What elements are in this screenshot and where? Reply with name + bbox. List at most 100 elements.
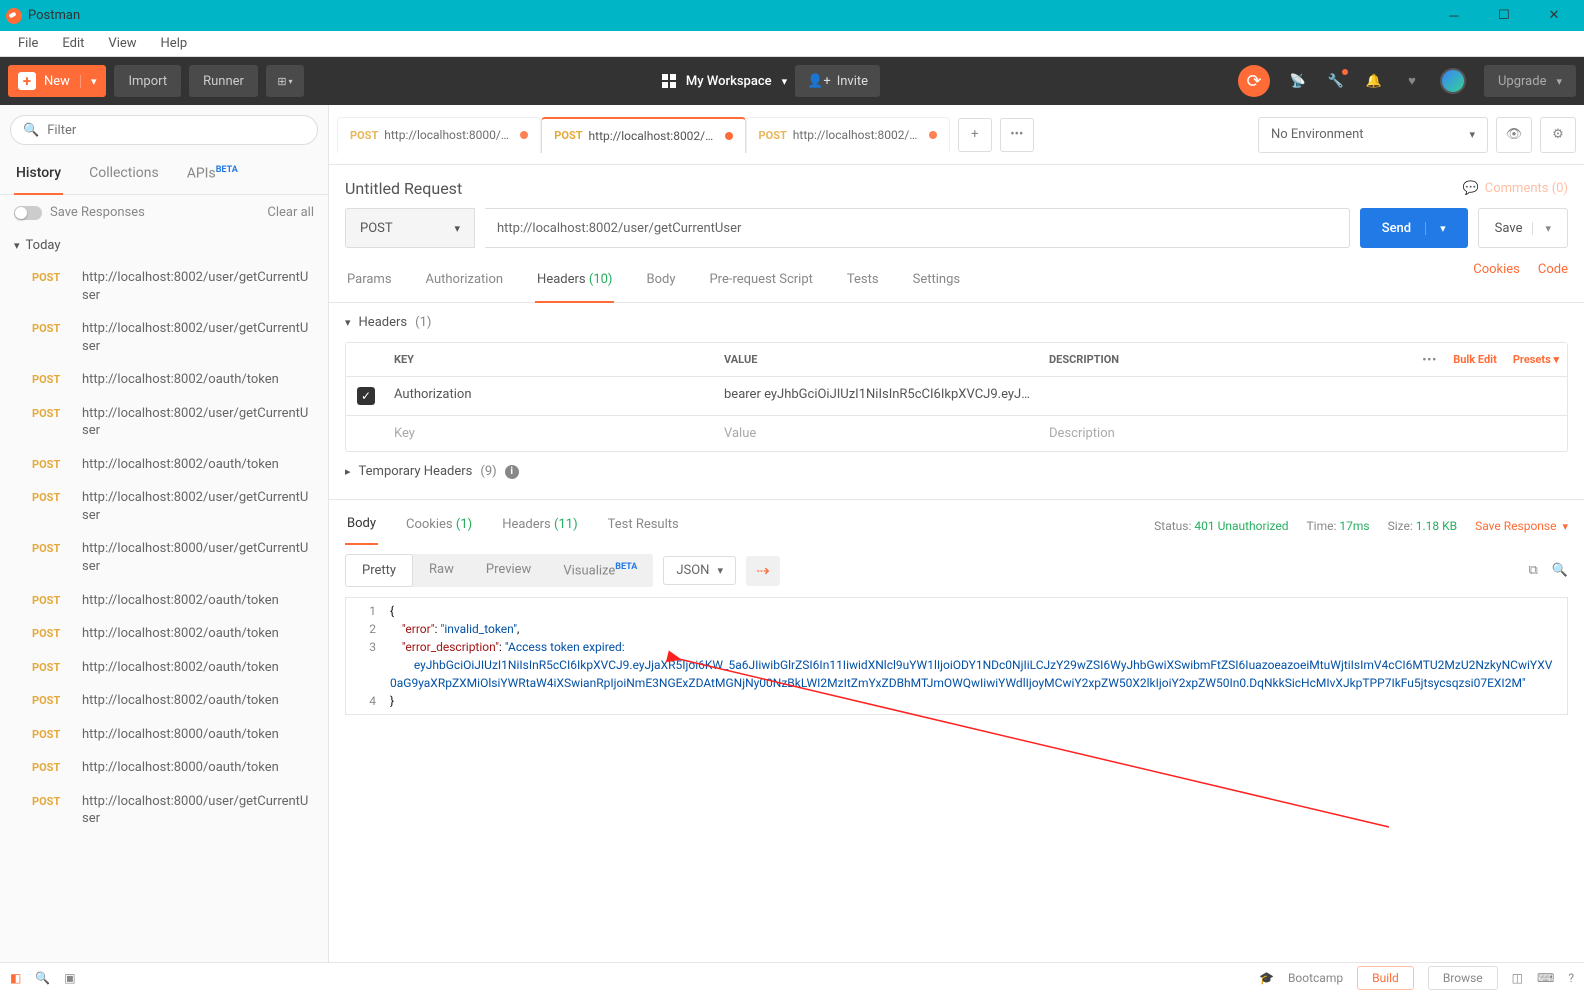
- presets-link[interactable]: Presets: [1513, 353, 1559, 366]
- upgrade-button[interactable]: Upgrade: [1484, 65, 1576, 97]
- header-row[interactable]: ✓ Authorization bearer eyJhbGciOiJIUzI1N…: [346, 377, 1567, 416]
- new-window-button[interactable]: ⊞▾: [266, 65, 304, 97]
- workspace-selector[interactable]: My Workspace: [662, 74, 787, 89]
- comments-button[interactable]: 💬 Comments (0): [1463, 181, 1568, 196]
- format-selector[interactable]: JSON: [663, 556, 736, 585]
- subtab-tests[interactable]: Tests: [845, 262, 881, 302]
- method-selector[interactable]: POST: [345, 208, 475, 248]
- console-icon[interactable]: ▣: [64, 971, 75, 985]
- save-dropdown-icon[interactable]: [1532, 222, 1551, 235]
- menu-file[interactable]: File: [8, 32, 48, 55]
- info-icon[interactable]: i: [505, 465, 519, 479]
- avatar[interactable]: [1440, 68, 1466, 94]
- history-item[interactable]: POSThttp://localhost:8002/oauth/token: [0, 651, 328, 685]
- history-item[interactable]: POSThttp://localhost:8000/user/getCurren…: [0, 785, 328, 836]
- history-item[interactable]: POSThttp://localhost:8000/user/getCurren…: [0, 532, 328, 583]
- request-tab[interactable]: POSThttp://localhost:8000/oa...: [337, 117, 541, 153]
- request-tab[interactable]: POSThttp://localhost:8002/us...: [541, 117, 745, 153]
- send-button[interactable]: Send: [1360, 208, 1468, 248]
- toggle-icon[interactable]: [14, 206, 42, 220]
- save-button[interactable]: Save: [1478, 208, 1568, 248]
- history-item[interactable]: POSThttp://localhost:8000/oauth/token: [0, 751, 328, 785]
- two-pane-icon[interactable]: ◫: [1512, 971, 1523, 985]
- search-response-icon[interactable]: 🔍: [1552, 563, 1568, 578]
- sidebar-toggle-icon[interactable]: ◧: [10, 971, 21, 985]
- sync-icon[interactable]: ⟳: [1238, 65, 1270, 97]
- minimize-button[interactable]: ─: [1446, 8, 1462, 24]
- find-icon[interactable]: 🔍: [35, 971, 50, 985]
- subtab-body[interactable]: Body: [644, 262, 677, 302]
- temp-headers-toggle[interactable]: Temporary Headers (9) i: [345, 452, 1568, 491]
- history-item[interactable]: POSThttp://localhost:8000/oauth/token: [0, 718, 328, 752]
- capture-icon[interactable]: 📡: [1288, 71, 1308, 91]
- invite-button[interactable]: 👤+ Invite: [795, 65, 880, 97]
- clear-all-link[interactable]: Clear all: [267, 205, 314, 220]
- subtab-authorization[interactable]: Authorization: [424, 262, 506, 302]
- new-button[interactable]: + New: [8, 65, 106, 97]
- resp-tab-body[interactable]: Body: [345, 508, 378, 545]
- send-dropdown-icon[interactable]: [1425, 222, 1446, 235]
- subtab-settings[interactable]: Settings: [911, 262, 962, 302]
- build-button[interactable]: Build: [1357, 966, 1414, 990]
- bulk-edit-link[interactable]: Bulk Edit: [1453, 353, 1497, 366]
- view-visualize[interactable]: VisualizeBETA: [547, 554, 653, 587]
- bootcamp-label[interactable]: Bootcamp: [1288, 971, 1343, 985]
- tab-apis[interactable]: APIsBETA: [185, 155, 240, 194]
- subtab-headers[interactable]: Headers (10): [535, 262, 614, 303]
- history-group[interactable]: Today: [0, 230, 328, 261]
- wrench-icon[interactable]: 🔧: [1326, 71, 1346, 91]
- history-item[interactable]: POSThttp://localhost:8002/user/getCurren…: [0, 312, 328, 363]
- resp-tab-tests[interactable]: Test Results: [606, 509, 681, 544]
- settings-button[interactable]: ⚙: [1540, 117, 1576, 153]
- bootcamp-icon[interactable]: 🎓: [1259, 971, 1274, 985]
- view-raw[interactable]: Raw: [413, 554, 470, 587]
- subtab-params[interactable]: Params: [345, 262, 394, 302]
- browse-button[interactable]: Browse: [1428, 966, 1498, 990]
- url-input[interactable]: http://localhost:8002/user/getCurrentUse…: [485, 208, 1350, 248]
- resp-tab-headers[interactable]: Headers (11): [500, 509, 579, 544]
- view-preview[interactable]: Preview: [470, 554, 547, 587]
- header-key[interactable]: Authorization: [386, 377, 716, 415]
- resp-tab-cookies[interactable]: Cookies (1): [404, 509, 474, 544]
- filter-input[interactable]: [47, 123, 305, 138]
- bell-icon[interactable]: 🔔: [1364, 71, 1384, 91]
- close-button[interactable]: ✕: [1546, 8, 1562, 24]
- code-link[interactable]: Code: [1538, 262, 1568, 302]
- keyboard-icon[interactable]: ⌨: [1537, 971, 1554, 985]
- tab-options-button[interactable]: •••: [1000, 118, 1034, 152]
- cookies-link[interactable]: Cookies: [1473, 262, 1520, 302]
- wrap-lines-button[interactable]: ⇢: [746, 556, 780, 586]
- response-body[interactable]: 1{ 2 "error": "invalid_token", 3 "error_…: [345, 597, 1568, 715]
- history-item[interactable]: POSThttp://localhost:8002/user/getCurren…: [0, 397, 328, 448]
- view-pretty[interactable]: Pretty: [345, 554, 413, 587]
- environment-selector[interactable]: No Environment: [1258, 117, 1488, 153]
- more-icon[interactable]: •••: [1422, 353, 1437, 366]
- environment-quicklook-button[interactable]: 👁: [1496, 117, 1532, 153]
- save-responses-toggle-row[interactable]: Save Responses: [14, 205, 145, 220]
- header-row-empty[interactable]: Key Value Description: [346, 416, 1567, 451]
- history-item[interactable]: POSThttp://localhost:8002/user/getCurren…: [0, 481, 328, 532]
- history-item[interactable]: POSThttp://localhost:8002/oauth/token: [0, 684, 328, 718]
- copy-icon[interactable]: ⧉: [1529, 563, 1538, 578]
- runner-button[interactable]: Runner: [189, 65, 258, 97]
- history-item[interactable]: POSThttp://localhost:8002/oauth/token: [0, 448, 328, 482]
- history-item[interactable]: POSThttp://localhost:8002/oauth/token: [0, 617, 328, 651]
- request-tab[interactable]: POSThttp://localhost:8002/oa...: [746, 117, 950, 153]
- tab-history[interactable]: History: [14, 155, 63, 195]
- new-dropdown-icon[interactable]: [80, 75, 97, 88]
- tab-collections[interactable]: Collections: [87, 155, 161, 194]
- history-item[interactable]: POSThttp://localhost:8002/oauth/token: [0, 584, 328, 618]
- save-response-button[interactable]: Save Response: [1475, 519, 1568, 533]
- headers-section-toggle[interactable]: Headers (1): [345, 303, 1568, 342]
- menu-view[interactable]: View: [98, 32, 146, 55]
- header-value[interactable]: bearer eyJhbGciOiJIUzI1NiIsInR5cCI6IkpXV…: [716, 377, 1041, 415]
- new-tab-button[interactable]: +: [958, 118, 992, 152]
- history-item[interactable]: POSThttp://localhost:8002/oauth/token: [0, 363, 328, 397]
- menu-edit[interactable]: Edit: [52, 32, 94, 55]
- import-button[interactable]: Import: [114, 65, 181, 97]
- maximize-button[interactable]: ☐: [1496, 8, 1512, 24]
- filter-input-wrapper[interactable]: 🔍: [10, 115, 318, 145]
- heart-icon[interactable]: ♥: [1402, 71, 1422, 91]
- menu-help[interactable]: Help: [151, 32, 198, 55]
- history-item[interactable]: POSThttp://localhost:8002/user/getCurren…: [0, 261, 328, 312]
